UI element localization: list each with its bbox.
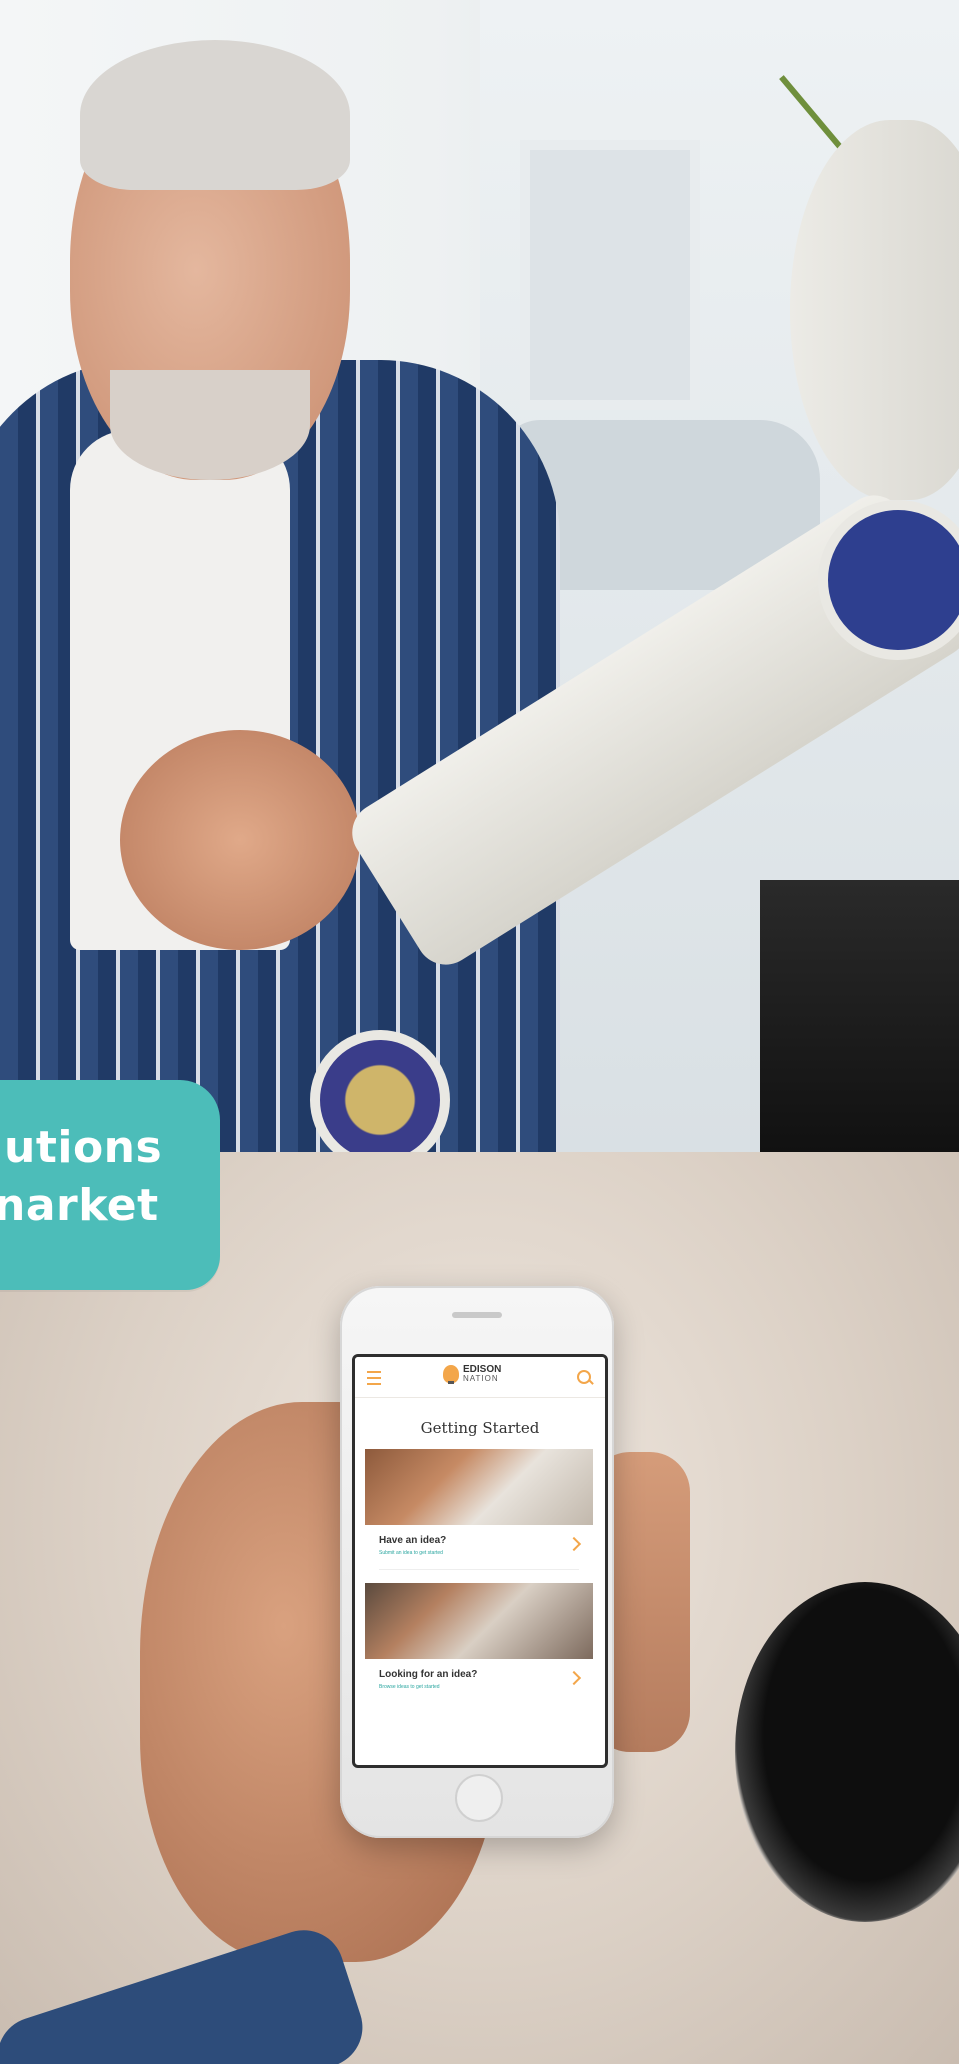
search-icon[interactable] — [577, 1370, 591, 1384]
card-title: Looking for an idea? — [379, 1669, 478, 1680]
man-hair — [80, 40, 350, 190]
home-button[interactable] — [455, 1774, 503, 1822]
robot-wires — [760, 880, 959, 1152]
divider — [379, 1569, 579, 1570]
chevron-right-icon[interactable] — [566, 1670, 582, 1686]
man-hands — [120, 730, 360, 950]
man-beard — [110, 370, 310, 480]
sleeve — [0, 1919, 373, 2064]
card-have-idea[interactable]: Have an idea? Submit an idea to get star… — [365, 1449, 593, 1575]
lightbulb-icon — [443, 1365, 459, 1384]
logo-name: EDISON — [463, 1364, 502, 1375]
smartphone: EDISON NATION Getting Started Have an id… — [340, 1286, 614, 1838]
window-frame — [520, 140, 700, 410]
menu-icon[interactable] — [367, 1371, 381, 1385]
phone-screen: EDISON NATION Getting Started Have an id… — [352, 1354, 608, 1768]
logo-sub: NATION — [463, 1374, 499, 1383]
card-subtitle: Submit an idea to get started — [379, 1550, 443, 1556]
card-image-workshop — [365, 1449, 593, 1525]
card-image-team — [365, 1583, 593, 1659]
logo-wordmark: EDISON NATION — [463, 1364, 502, 1384]
card-subtitle: Browse ideas to get started — [379, 1684, 440, 1690]
photo-man-with-robot — [0, 0, 959, 1152]
callout-ribbon: utions narket — [0, 1080, 220, 1290]
mug — [735, 1582, 959, 1922]
edison-nation-logo[interactable]: EDISON NATION — [443, 1364, 502, 1384]
card-looking-for-idea[interactable]: Looking for an idea? Browse ideas to get… — [365, 1583, 593, 1709]
callout-line-1: utions — [4, 1122, 163, 1173]
phone-speaker — [452, 1312, 502, 1318]
page-title: Getting Started — [420, 1419, 540, 1437]
chevron-right-icon[interactable] — [566, 1536, 582, 1552]
callout-line-2: narket — [0, 1180, 159, 1231]
card-title: Have an idea? — [379, 1535, 447, 1546]
app-header: EDISON NATION — [355, 1357, 605, 1398]
